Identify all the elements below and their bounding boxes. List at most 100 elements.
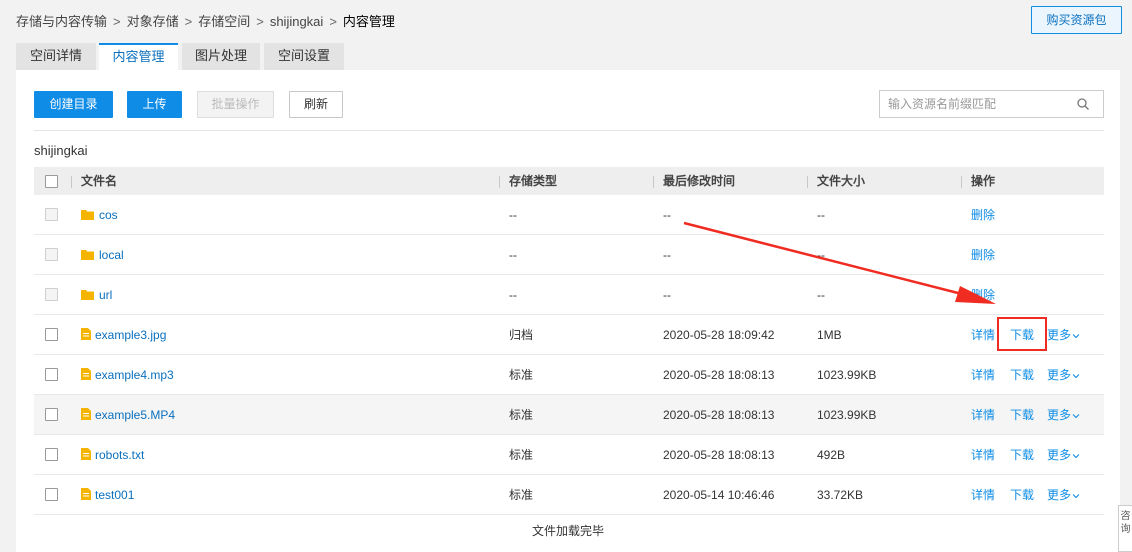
column-header-storage-type[interactable]: 存储类型	[509, 167, 557, 195]
table-header: 文件名 存储类型 最后修改时间 文件大小 操作	[34, 167, 1104, 195]
file-icon	[81, 328, 91, 340]
delete-link[interactable]: 删除	[971, 275, 995, 315]
more-dropdown[interactable]: 更多	[1047, 355, 1080, 395]
folder-icon	[81, 250, 94, 260]
breadcrumb-item-current: 内容管理	[342, 14, 395, 29]
column-header-modified[interactable]: 最后修改时间	[663, 167, 735, 195]
breadcrumb-separator: >	[329, 14, 337, 29]
row-checkbox[interactable]	[45, 488, 58, 501]
file-size: 1023.99KB	[817, 368, 877, 382]
file-size: --	[817, 288, 825, 302]
column-header-actions: 操作	[971, 174, 996, 188]
file-name-link[interactable]: test001	[95, 475, 134, 515]
column-header-size[interactable]: 文件大小	[817, 167, 865, 195]
delete-link[interactable]: 删除	[971, 195, 995, 235]
buy-package-button[interactable]: 购买资源包	[1031, 6, 1122, 34]
file-name-link[interactable]: robots.txt	[95, 435, 144, 475]
details-link[interactable]: 详情	[971, 395, 995, 435]
breadcrumb-item-buckets[interactable]: 存储空间	[198, 14, 250, 29]
file-name-link[interactable]: example3.jpg	[95, 315, 166, 355]
file-name-link[interactable]: cos	[99, 195, 118, 235]
file-size: --	[817, 248, 825, 262]
content-panel: 创建目录 上传 批量操作 刷新 shijingkai 文件名 存储类型 最后修改…	[16, 70, 1120, 552]
storage-type: 标准	[509, 408, 534, 422]
details-link[interactable]: 详情	[971, 475, 995, 515]
details-link[interactable]: 详情	[971, 355, 995, 395]
download-link[interactable]: 下载	[1010, 355, 1034, 395]
batch-operation-button[interactable]: 批量操作	[197, 91, 274, 118]
row-checkbox[interactable]	[45, 448, 58, 461]
chevron-down-icon	[1072, 334, 1080, 339]
row-checkbox[interactable]	[45, 208, 58, 221]
tab-image-processing[interactable]: 图片处理	[182, 43, 260, 70]
download-link[interactable]: 下载	[1010, 435, 1034, 475]
delete-link[interactable]: 删除	[971, 235, 995, 275]
storage-type: 标准	[509, 488, 534, 502]
more-label: 更多	[1047, 368, 1072, 382]
more-dropdown[interactable]: 更多	[1047, 475, 1080, 515]
breadcrumb-item-object-storage[interactable]: 对象存储	[127, 14, 179, 29]
table-row: robots.txt 标准 2020-05-28 18:08:13 492B 详…	[34, 435, 1104, 475]
table-row: example4.mp3 标准 2020-05-28 18:08:13 1023…	[34, 355, 1104, 395]
file-size: --	[817, 208, 825, 222]
tab-bucket-details[interactable]: 空间详情	[16, 43, 96, 70]
modified-time: 2020-05-28 18:09:42	[663, 328, 775, 342]
file-name-link[interactable]: local	[99, 235, 124, 275]
download-link[interactable]: 下载	[1010, 395, 1034, 435]
more-dropdown[interactable]: 更多	[1047, 435, 1080, 475]
search-icon[interactable]	[1076, 97, 1090, 111]
create-directory-button[interactable]: 创建目录	[34, 91, 113, 118]
file-name-link[interactable]: url	[99, 275, 112, 315]
more-dropdown[interactable]: 更多	[1047, 395, 1080, 435]
storage-type: 归档	[509, 328, 534, 342]
column-header-name[interactable]: 文件名	[81, 167, 117, 195]
column-separator	[71, 176, 72, 188]
storage-type: 标准	[509, 368, 534, 382]
storage-type: --	[509, 208, 517, 222]
file-size: 33.72KB	[817, 488, 864, 502]
breadcrumb-separator: >	[113, 14, 121, 29]
search-input[interactable]	[888, 95, 1068, 113]
download-link[interactable]: 下载	[1010, 475, 1034, 515]
load-complete-note: 文件加载完毕	[531, 524, 604, 538]
select-all-checkbox[interactable]	[45, 175, 58, 188]
current-path: shijingkai	[34, 143, 88, 158]
more-label: 更多	[1047, 488, 1072, 502]
breadcrumb-item-storage-transfer[interactable]: 存储与内容传输	[16, 14, 107, 29]
table-row: local -- -- -- 删除	[34, 235, 1104, 275]
table-row: example3.jpg 归档 2020-05-28 18:09:42 1MB …	[34, 315, 1104, 355]
refresh-button[interactable]: 刷新	[289, 91, 343, 118]
file-icon	[81, 408, 91, 420]
row-checkbox[interactable]	[45, 248, 58, 261]
upload-button[interactable]: 上传	[127, 91, 182, 118]
row-checkbox[interactable]	[45, 288, 58, 301]
download-link[interactable]: 下载	[1010, 315, 1034, 355]
breadcrumb: 存储与内容传输 > 对象存储 > 存储空间 > shijingkai > 内容管理	[16, 11, 395, 30]
chevron-down-icon	[1072, 494, 1080, 499]
more-label: 更多	[1047, 448, 1072, 462]
table-row: example5.MP4 标准 2020-05-28 18:08:13 1023…	[34, 395, 1104, 435]
details-link[interactable]: 详情	[971, 435, 995, 475]
more-label: 更多	[1047, 408, 1072, 422]
row-checkbox[interactable]	[45, 328, 58, 341]
breadcrumb-item-bucket[interactable]: shijingkai	[270, 14, 323, 29]
storage-type: --	[509, 248, 517, 262]
details-link[interactable]: 详情	[971, 315, 995, 355]
column-separator	[961, 176, 962, 188]
tab-content-management[interactable]: 内容管理	[99, 43, 178, 70]
storage-type: 标准	[509, 448, 534, 462]
row-checkbox[interactable]	[45, 368, 58, 381]
file-name-link[interactable]: example4.mp3	[95, 355, 174, 395]
chevron-down-icon	[1072, 414, 1080, 419]
file-icon	[81, 448, 91, 460]
file-size: 1MB	[817, 328, 842, 342]
table-row: test001 标准 2020-05-14 10:46:46 33.72KB 详…	[34, 475, 1104, 515]
more-dropdown[interactable]: 更多	[1047, 315, 1080, 355]
column-separator	[807, 176, 808, 188]
modified-time: 2020-05-28 18:08:13	[663, 368, 775, 382]
row-checkbox[interactable]	[45, 408, 58, 421]
chevron-down-icon	[1072, 454, 1080, 459]
consult-widget[interactable]: 咨询	[1118, 505, 1132, 552]
tab-bucket-settings[interactable]: 空间设置	[264, 43, 344, 70]
file-name-link[interactable]: example5.MP4	[95, 395, 175, 435]
